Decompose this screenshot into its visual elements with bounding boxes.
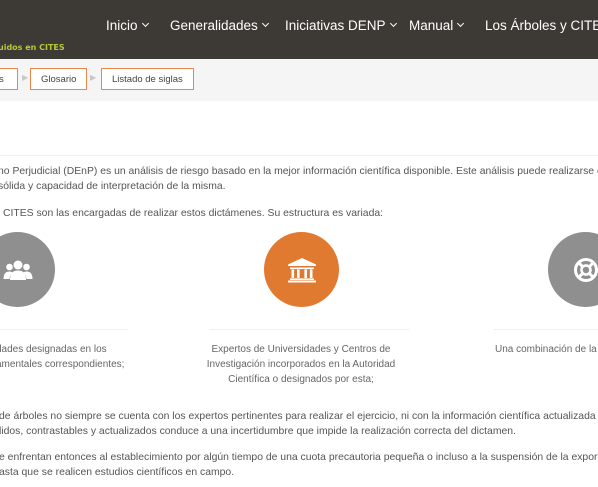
nav-item-label: Los Árboles y CITES xyxy=(485,17,598,33)
nav-item-inicio[interactable]: Inicio xyxy=(106,16,149,34)
institution-icon xyxy=(287,257,316,282)
breadcrumb: s ▶ Glosario ▶ Listado de siglas xyxy=(0,59,598,101)
lifebuoy-icon xyxy=(573,257,598,282)
nav-item-generalidades[interactable]: Generalidades xyxy=(170,16,269,34)
top-navbar: uidos en CITES Inicio Generalidades Inic… xyxy=(0,0,598,59)
chevron-down-icon xyxy=(261,19,269,27)
chevron-down-icon xyxy=(457,19,465,27)
chevron-right-icon: ▶ xyxy=(22,73,29,82)
column-text-combination: Una combinación de la xyxy=(495,342,597,357)
chevron-down-icon xyxy=(141,19,149,27)
breadcrumb-item[interactable]: s xyxy=(0,68,18,90)
column-text-line: Científica o designados por esta; xyxy=(228,374,374,385)
column-divider xyxy=(0,329,128,330)
column-text-line: Una combinación de la xyxy=(495,344,597,355)
experts-circle xyxy=(264,232,339,307)
combination-circle xyxy=(548,232,598,307)
structure-text: CITES son las encargadas de realizar est… xyxy=(3,208,384,219)
nav-item-label: Generalidades xyxy=(170,17,258,33)
intro-text-line: sólida y capacidad de interpretación de … xyxy=(0,181,226,192)
nav-item-label: Iniciativas DENP xyxy=(285,17,386,33)
breadcrumb-label: Listado de siglas xyxy=(112,73,183,85)
column-text-line: Investigación incorporados en la Autorid… xyxy=(206,359,396,370)
nav-item-arboles-cites[interactable]: Los Árboles y CITES xyxy=(485,16,598,34)
body-text-line: de árboles no siempre se cuenta con los … xyxy=(0,411,598,422)
column-divider xyxy=(493,329,598,330)
nav-item-label: Manual xyxy=(409,17,454,33)
body-text-line: e enfrentan entonces al establecimiento … xyxy=(0,452,598,463)
nav-item-iniciativas-denp[interactable]: Iniciativas DENP xyxy=(285,16,397,34)
column-text-authority: dades designadas en los amentales corres… xyxy=(0,342,124,372)
intro-text-line: no Perjudicial (DEnP) es un análisis de … xyxy=(0,166,598,177)
nav-item-manual[interactable]: Manual xyxy=(409,16,465,34)
nav-item-label: Inicio xyxy=(106,17,138,33)
divider xyxy=(0,155,598,156)
breadcrumb-label: Glosario xyxy=(41,73,77,85)
body-text-line: asta que se realicen estudios científico… xyxy=(0,467,235,478)
body-text-line: lidos, contrastables y actualizados cond… xyxy=(0,426,516,437)
site-brand[interactable]: uidos en CITES xyxy=(0,43,65,52)
group-icon xyxy=(3,260,32,280)
column-text-line: amentales correspondientes; xyxy=(0,359,125,370)
chevron-right-icon: ▶ xyxy=(90,73,97,82)
column-text-experts: Expertos de Universidades y Centros de I… xyxy=(201,342,401,387)
column-text-line: Expertos de Universidades y Centros de xyxy=(211,344,391,355)
authority-circle xyxy=(0,232,55,307)
chevron-down-icon xyxy=(389,19,397,27)
breadcrumb-label: s xyxy=(0,73,4,85)
column-divider xyxy=(209,329,409,330)
breadcrumb-item-glosario[interactable]: Glosario xyxy=(30,68,88,90)
breadcrumb-item-listado-siglas[interactable]: Listado de siglas xyxy=(101,68,194,90)
column-text-line: dades designadas en los xyxy=(0,344,107,355)
